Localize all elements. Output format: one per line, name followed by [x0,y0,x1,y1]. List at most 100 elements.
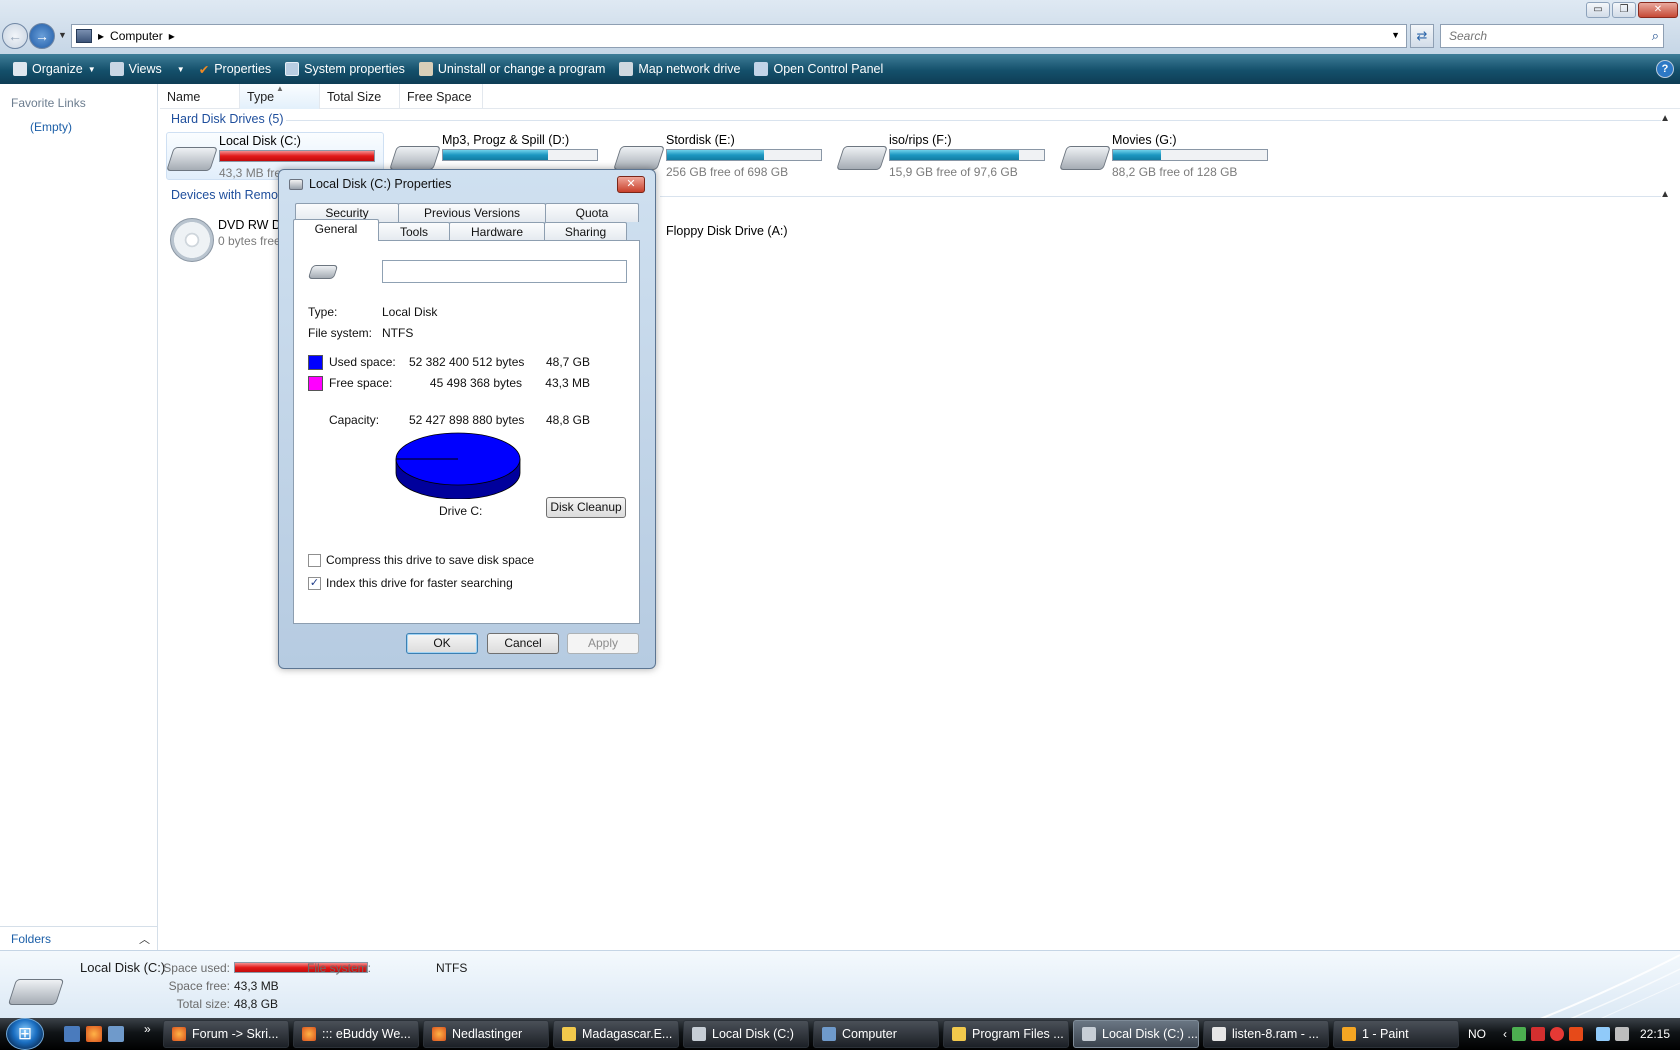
taskbar-button[interactable]: Madagascar.E... [553,1020,679,1048]
views-label: Views [128,62,162,76]
taskbar-button[interactable]: Local Disk (C:) ... [1073,1020,1199,1048]
address-dropdown-icon[interactable]: ▼ [1391,30,1400,40]
quick-launch-more-icon[interactable]: » [144,1022,151,1036]
uninstall-program-button[interactable]: Uninstall or change a program [412,57,612,81]
tray-expand-icon[interactable]: ‹ [1503,1027,1507,1041]
index-label[interactable]: Index this drive for faster searching [326,576,513,590]
drive-name: Mp3, Progz & Spill (D:) [442,133,570,147]
taskbar-button[interactable]: Program Files ... [943,1020,1069,1048]
column-name[interactable]: Name [160,84,240,109]
dialog-close-button[interactable]: ✕ [617,176,645,193]
maximize-button[interactable]: ❐ [1612,2,1636,18]
disk-cleanup-button[interactable]: Disk Cleanup [546,497,626,518]
chevron-up-icon[interactable]: ▲ [1660,189,1670,200]
compress-checkbox[interactable] [308,554,321,567]
drive-dvd-rw[interactable]: DVD RW Dr 0 bytes free [166,208,286,262]
address-bar-area: ▭ ❐ ✕ ← → ▼ ▸ Computer ▸ ▼ ⇄ ⌕ [0,0,1680,54]
drive-free-text: 15,9 GB free of 97,6 GB [889,165,1018,179]
start-button[interactable]: ⊞ [6,1018,44,1050]
drive-label-input[interactable] [382,260,627,283]
views-button[interactable]: Views ▼ [103,57,192,81]
folder-icon [562,1027,576,1041]
system-properties-button[interactable]: System properties [278,57,412,81]
properties-button[interactable]: ✔ Properties [192,57,278,81]
compress-label[interactable]: Compress this drive to save disk space [326,553,534,567]
firefox-icon[interactable] [86,1026,102,1042]
tray-flash-icon[interactable] [1569,1027,1583,1041]
general-tab-panel: Type: Local Disk File system: NTFS Used … [293,240,640,624]
breadcrumb-separator-icon[interactable]: ▸ [98,29,104,43]
index-checkbox[interactable]: ✓ [308,577,321,590]
minimize-button[interactable]: ▭ [1586,2,1610,18]
tab-quota[interactable]: Quota [545,203,639,222]
capacity-bytes: 52 427 898 880 bytes [409,413,525,427]
language-indicator[interactable]: NO [1468,1027,1486,1041]
taskbar-button[interactable]: listen-8.ram - ... [1203,1020,1329,1048]
tab-general[interactable]: General [293,219,379,241]
tab-tools[interactable]: Tools [378,222,450,241]
group-hard-disk-drives[interactable]: Hard Disk Drives (5) [171,112,284,126]
taskbar-button[interactable]: Local Disk (C:) [683,1020,809,1048]
refresh-button[interactable]: ⇄ [1410,24,1434,48]
breadcrumb-computer[interactable]: Computer [110,29,163,43]
details-file-system-value: NTFS [436,961,468,975]
open-control-panel-button[interactable]: Open Control Panel [747,57,890,81]
arrow-left-icon: ← [8,28,22,44]
drive-floppy-a[interactable]: Floppy Disk Drive (A:) [648,212,798,260]
group-removable-storage[interactable]: Devices with Remov [171,188,284,202]
taskbar-button[interactable]: 1 - Paint [1333,1020,1459,1048]
folders-toggle[interactable]: Folders ︿ [0,926,158,950]
apply-button[interactable]: Apply [567,633,639,654]
taskbar-button[interactable]: Computer [813,1020,939,1048]
taskbar-button-label: ::: eBuddy We... [322,1027,411,1041]
recent-pages-dropdown[interactable]: ▼ [58,30,67,40]
tray-antivirus-icon[interactable] [1531,1027,1545,1041]
organize-button[interactable]: Organize ▼ [6,57,103,81]
drive-free-text: 0 bytes free [218,234,281,248]
used-space-bytes: 52 382 400 512 bytes [409,355,525,369]
drive-iso-rips-f[interactable]: iso/rips (F:) 15,9 GB free of 97,6 GB [836,132,1055,180]
hard-drive-icon [6,975,65,1011]
tab-sharing[interactable]: Sharing [544,222,627,241]
show-desktop-icon[interactable] [64,1026,80,1042]
taskbar-button[interactable]: Nedlastinger [423,1020,549,1048]
map-network-drive-button[interactable]: Map network drive [612,57,747,81]
forward-button[interactable]: → [29,23,55,49]
taskbar-button[interactable]: ::: eBuddy We... [293,1020,419,1048]
help-button[interactable]: ? [1656,60,1674,78]
tray-close-icon[interactable] [1550,1027,1564,1041]
switch-windows-icon[interactable] [108,1026,124,1042]
drive-usage-bar [442,149,598,161]
views-icon [109,62,124,76]
cancel-button[interactable]: Cancel [487,633,559,654]
search-input[interactable] [1447,28,1637,44]
close-window-button[interactable]: ✕ [1638,2,1678,18]
chevron-down-icon: ▼ [87,64,96,74]
search-icon[interactable]: ⌕ [1652,28,1659,44]
clock[interactable]: 22:15 [1640,1027,1670,1041]
taskbar-button-label: 1 - Paint [1362,1027,1409,1041]
network-icon[interactable] [1596,1027,1610,1041]
tab-previous-versions[interactable]: Previous Versions [398,203,546,222]
total-size-label: Total size: [176,997,230,1011]
address-field[interactable]: ▸ Computer ▸ ▼ [71,24,1407,48]
hard-drive-icon [1059,142,1111,174]
dvd-drive-icon [166,218,214,262]
drive-movies-g[interactable]: Movies (G:) 88,2 GB free of 128 GB [1059,132,1278,180]
back-button[interactable]: ← [2,23,28,49]
tray-app-icon[interactable] [1512,1027,1526,1041]
used-space-label: Used space: [329,355,396,369]
column-free-space[interactable]: Free Space [400,84,483,109]
chevron-up-icon[interactable]: ▲ [1660,113,1670,124]
tab-hardware[interactable]: Hardware [449,222,545,241]
drive-icon [1082,1027,1096,1041]
breadcrumb-separator-icon[interactable]: ▸ [169,29,175,43]
ok-button[interactable]: OK [406,633,478,654]
volume-icon[interactable] [1615,1027,1629,1041]
free-space-label: Free space: [329,376,393,390]
search-box[interactable]: ⌕ [1440,24,1664,48]
taskbar-button[interactable]: Forum -> Skri... [163,1020,289,1048]
taskbar: ⊞ » Forum -> Skri...::: eBuddy We... Nedl… [0,1018,1680,1050]
favorite-links-empty: (Empty) [30,120,72,134]
column-total-size[interactable]: Total Size [320,84,400,109]
